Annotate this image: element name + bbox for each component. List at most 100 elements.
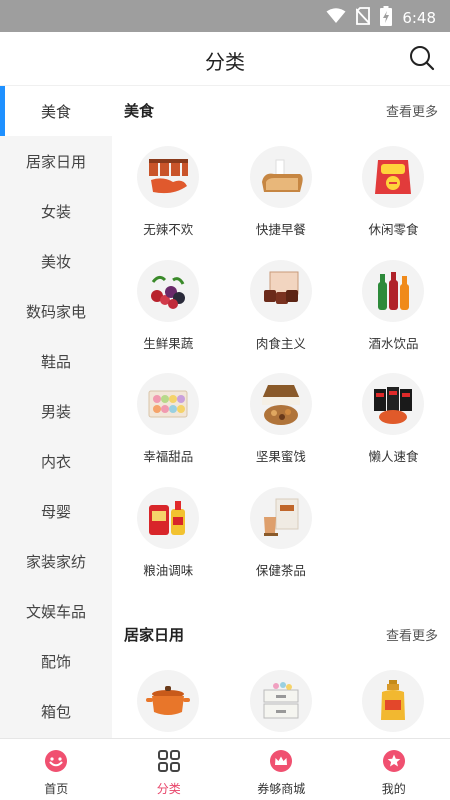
category-tile[interactable]: 无辣不欢 — [112, 132, 225, 246]
nav-item-label: 首页 — [44, 782, 69, 796]
category-content: 美食 查看更多 无辣不欢 快捷早餐 休闲零食 生鲜果蔬 肉食主义 酒水饮品 幸福甜品 坚果蜜饯 懒人… — [112, 86, 450, 738]
category-tile[interactable]: 换季收纳 — [225, 656, 338, 738]
profile-icon — [381, 748, 407, 774]
spicy-snack-icon — [137, 146, 200, 208]
see-more-link[interactable]: 查看更多 — [386, 625, 438, 644]
category-tile-label: 幸福甜品 — [143, 449, 194, 464]
category-sidebar: 美食居家日用女装美妆数码家电鞋品男装内衣母婴家装家纺文娱车品配饰箱包 — [0, 86, 112, 738]
category-tile-label: 无辣不欢 — [143, 222, 194, 237]
category-grid: 无辣不欢 快捷早餐 休闲零食生鲜果蔬 肉食主义 酒水饮品幸福甜品 坚果蜜饯 懒人速食粮油调味… — [112, 132, 450, 586]
page-title: 分类 — [205, 50, 245, 74]
category-tile-label: 坚果蜜饯 — [255, 449, 306, 464]
sidebar-item[interactable]: 箱包 — [0, 686, 112, 736]
sidebar-item[interactable]: 男装 — [0, 386, 112, 436]
sidebar-item[interactable]: 女装 — [0, 186, 112, 236]
category-tile[interactable]: 洗发护发 — [337, 656, 450, 738]
category-tile[interactable]: 休闲零食 — [337, 132, 450, 246]
category-tile[interactable]: 快捷早餐 — [225, 132, 338, 246]
category-grid: 精致餐厨换季收纳洗发护发 — [112, 656, 450, 738]
sidebar-item-label: 鞋品 — [40, 352, 71, 371]
category-icon — [156, 748, 182, 774]
chips-icon — [362, 146, 425, 208]
nav-item-label: 分类 — [156, 782, 181, 796]
sidebar-item[interactable]: 数码家电 — [0, 286, 112, 336]
sidebar-item[interactable]: 家装家纺 — [0, 536, 112, 586]
section-header: 居家日用 查看更多 — [112, 610, 450, 656]
shampoo-icon — [362, 670, 425, 732]
category-tile-label: 生鲜果蔬 — [143, 335, 194, 351]
no-sim-icon — [355, 7, 371, 29]
category-tile-label: 肉食主义 — [255, 335, 306, 351]
meat-icon — [249, 259, 312, 322]
category-tile[interactable]: 精致餐厨 — [112, 656, 225, 738]
category-section: 居家日用 查看更多精致餐厨换季收纳洗发护发 — [112, 610, 450, 738]
section-header: 美食 查看更多 — [112, 86, 450, 132]
home-icon — [43, 748, 69, 774]
title-bar: 分类 — [0, 32, 450, 86]
nav-item-category[interactable]: 分类 — [113, 739, 226, 800]
category-tile[interactable]: 懒人速食 — [337, 359, 450, 473]
nuts-icon — [249, 373, 312, 435]
status-time: 6:48 — [402, 9, 436, 27]
drinks-icon — [362, 259, 425, 322]
see-more-link[interactable]: 查看更多 — [386, 101, 438, 120]
sidebar-item-label: 女装 — [40, 202, 71, 221]
category-tile[interactable]: 保健茶品 — [225, 473, 338, 587]
nav-item-label: 我的 — [381, 782, 406, 796]
category-tile[interactable]: 生鲜果蔬 — [112, 246, 225, 360]
category-tile[interactable]: 酒水饮品 — [337, 246, 450, 360]
mall-icon — [268, 748, 294, 774]
sidebar-item-label: 内衣 — [40, 452, 71, 471]
sidebar-item-label: 美食 — [40, 102, 71, 121]
search-icon — [408, 46, 436, 76]
tea-icon — [249, 486, 312, 549]
sidebar-item-label: 居家日用 — [25, 152, 86, 171]
section-title: 居家日用 — [124, 626, 185, 644]
sidebar-item-label: 箱包 — [40, 702, 71, 721]
sidebar-item[interactable]: 母婴 — [0, 486, 112, 536]
nav-item-profile[interactable]: 我的 — [338, 739, 450, 800]
sidebar-item[interactable]: 内衣 — [0, 436, 112, 486]
sidebar-item[interactable]: 居家日用 — [0, 136, 112, 186]
sidebar-item-label: 美妆 — [40, 252, 71, 271]
category-section: 美食 查看更多无辣不欢 快捷早餐 休闲零食生鲜果蔬 肉食主义 酒水饮品幸福甜品 坚果蜜饯 懒人… — [112, 86, 450, 586]
nav-item-label: 券够商城 — [257, 782, 306, 796]
instant-noodle-icon — [362, 373, 425, 435]
fruit-icon — [137, 259, 200, 322]
bread-icon — [249, 146, 312, 208]
status-bar: 6:48 — [0, 0, 450, 32]
rice-oil-icon — [137, 486, 200, 549]
category-tile[interactable]: 粮油调味 — [112, 473, 225, 587]
category-tile-label: 粮油调味 — [143, 562, 194, 578]
pot-icon — [137, 670, 200, 732]
sidebar-item[interactable]: 配饰 — [0, 636, 112, 686]
macaron-icon — [137, 373, 200, 435]
nav-item-mall[interactable]: 券够商城 — [225, 739, 338, 800]
category-tile[interactable]: 幸福甜品 — [112, 359, 225, 473]
category-tile[interactable]: 坚果蜜饯 — [225, 359, 338, 473]
sidebar-item-label: 男装 — [40, 402, 71, 421]
sidebar-item[interactable]: 美食 — [0, 86, 112, 136]
sidebar-item[interactable]: 文娱车品 — [0, 586, 112, 636]
sidebar-item[interactable]: 鞋品 — [0, 336, 112, 386]
wifi-icon — [326, 8, 346, 28]
storage-box-icon — [249, 670, 312, 732]
bottom-nav: 首页 分类 券够商城 我的 — [0, 738, 450, 800]
battery-icon — [380, 6, 393, 30]
sidebar-item-label: 数码家电 — [25, 302, 86, 321]
section-title: 美食 — [124, 102, 155, 120]
sidebar-item-label: 文娱车品 — [25, 602, 86, 621]
sidebar-item-label: 母婴 — [40, 502, 71, 521]
category-tile-label: 懒人速食 — [368, 449, 419, 464]
sidebar-item-label: 家装家纺 — [25, 552, 86, 571]
search-button[interactable] — [408, 44, 436, 72]
status-icons: 6:48 — [326, 6, 436, 30]
category-tile-label: 保健茶品 — [255, 562, 306, 578]
sidebar-item-label: 配饰 — [40, 652, 71, 671]
category-tile-label: 酒水饮品 — [368, 335, 419, 351]
category-tile-label: 快捷早餐 — [255, 222, 306, 237]
category-tile[interactable]: 肉食主义 — [225, 246, 338, 360]
sidebar-item[interactable]: 美妆 — [0, 236, 112, 286]
nav-item-home[interactable]: 首页 — [0, 739, 113, 800]
